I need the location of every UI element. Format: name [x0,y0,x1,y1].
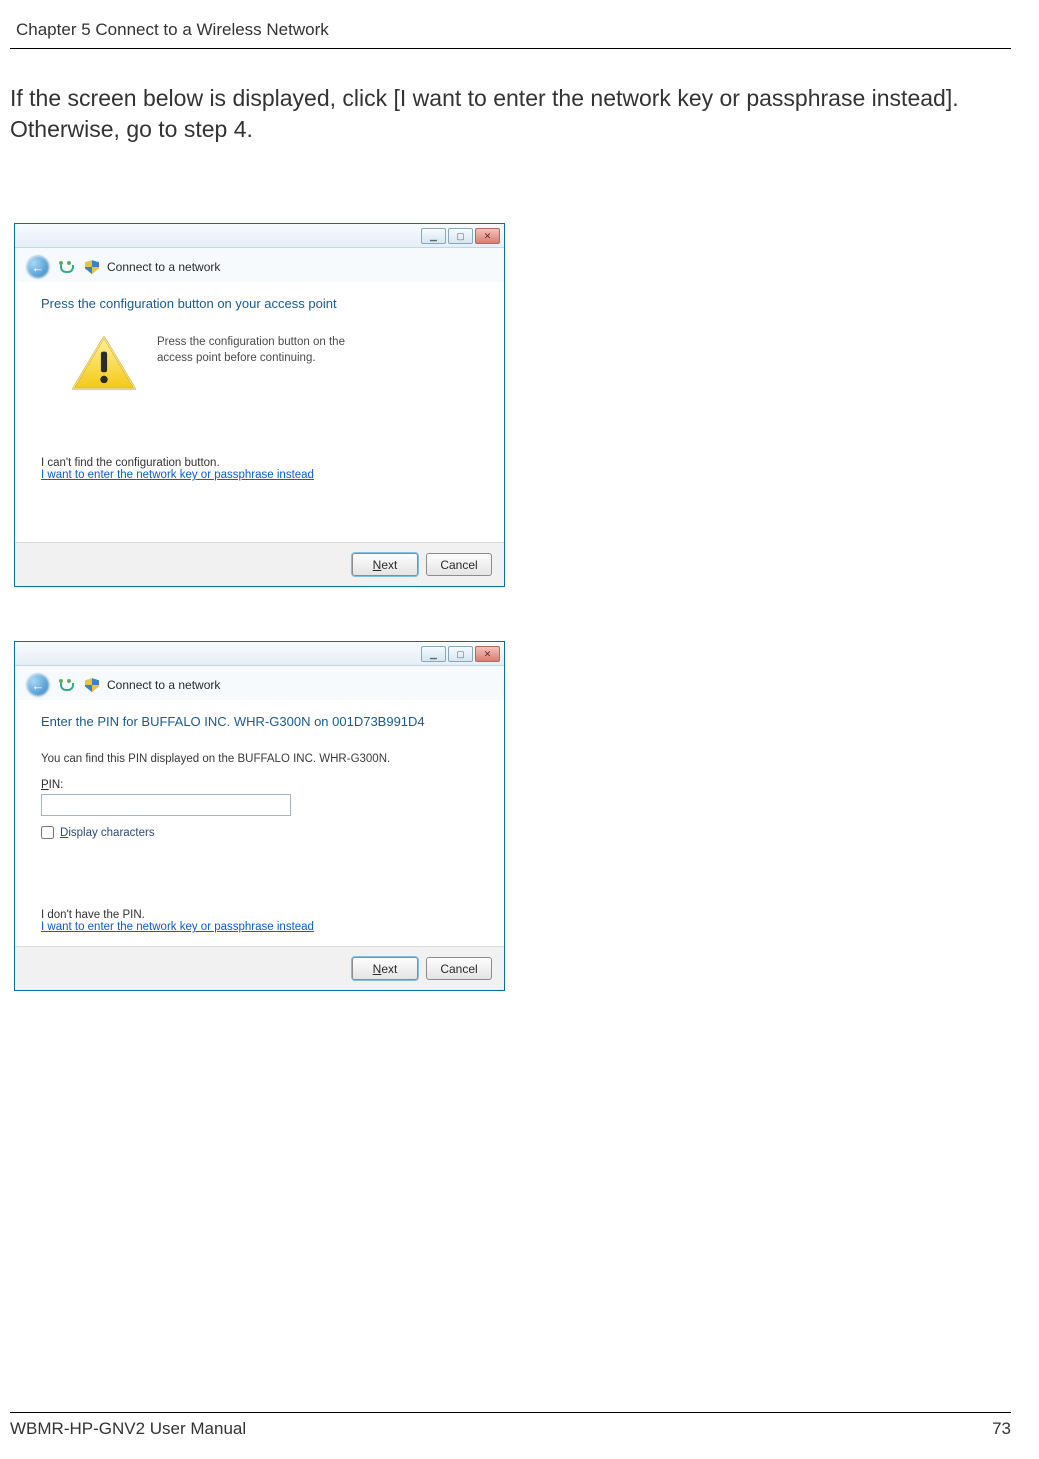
dialog-footer: Next Cancel [15,542,504,586]
dialog-enter-pin: ▁ ▢ ✕ ← Connect to a network Enter the P… [14,641,505,991]
dialog-config-button: ▁ ▢ ✕ ← Connect to a network Press the c… [14,223,505,587]
dialog-heading: Enter the PIN for BUFFALO INC. WHR-G300N… [41,714,478,729]
back-button[interactable]: ← [27,674,49,696]
shield-icon [85,678,99,692]
footer-right: 73 [992,1419,1011,1439]
page-footer: WBMR-HP-GNV2 User Manual 73 [10,1412,1011,1439]
warning-text: Press the configuration button on the ac… [157,335,377,366]
network-icon [57,259,73,275]
warning-icon [71,335,137,393]
dialog-body: Press the configuration button on your a… [15,282,504,542]
pin-hint: You can find this PIN displayed on the B… [41,753,478,765]
display-chars-checkbox[interactable] [41,826,54,839]
titlebar: ▁ ▢ ✕ [15,642,504,666]
titlebar: ▁ ▢ ✕ [15,224,504,248]
enter-key-link[interactable]: I want to enter the network key or passp… [41,921,314,933]
help-text: I can't find the configuration button. [41,457,478,469]
close-button[interactable]: ✕ [475,228,500,244]
maximize-button[interactable]: ▢ [448,646,473,662]
display-chars-label: Display characters [60,827,155,839]
pin-input[interactable] [41,794,291,816]
next-label: ext [381,962,397,976]
arrow-left-icon: ← [32,678,45,693]
page-header: Chapter 5 Connect to a Wireless Network [10,20,1011,49]
maximize-button[interactable]: ▢ [448,228,473,244]
dialog-title: Connect to a network [107,260,220,274]
enter-key-link[interactable]: I want to enter the network key or passp… [41,469,314,481]
pin-label: PIN: [41,779,478,791]
dialog-footer: Next Cancel [15,946,504,990]
network-icon [57,677,73,693]
cancel-button[interactable]: Cancel [426,553,492,576]
display-chars-row: Display characters [41,826,478,839]
minimize-button[interactable]: ▁ [421,228,446,244]
next-button[interactable]: Next [352,553,418,576]
arrow-left-icon: ← [32,260,45,275]
dialog-heading: Press the configuration button on your a… [41,296,478,311]
close-button[interactable]: ✕ [475,646,500,662]
warning-row: Press the configuration button on the ac… [71,335,478,393]
next-label: ext [381,558,397,572]
help-block: I don't have the PIN. I want to enter th… [41,909,478,933]
intro-text: If the screen below is displayed, click … [10,83,1011,145]
shield-icon [85,260,99,274]
nav-row: ← Connect to a network [15,666,504,700]
dialog-body: Enter the PIN for BUFFALO INC. WHR-G300N… [15,700,504,946]
next-button[interactable]: Next [352,957,418,980]
cancel-button[interactable]: Cancel [426,957,492,980]
help-block: I can't find the configuration button. I… [41,457,478,481]
back-button[interactable]: ← [27,256,49,278]
minimize-button[interactable]: ▁ [421,646,446,662]
footer-left: WBMR-HP-GNV2 User Manual [10,1419,246,1439]
nav-row: ← Connect to a network [15,248,504,282]
help-text: I don't have the PIN. [41,909,478,921]
display-chars-text: isplay characters [68,827,154,839]
dialog-title: Connect to a network [107,678,220,692]
